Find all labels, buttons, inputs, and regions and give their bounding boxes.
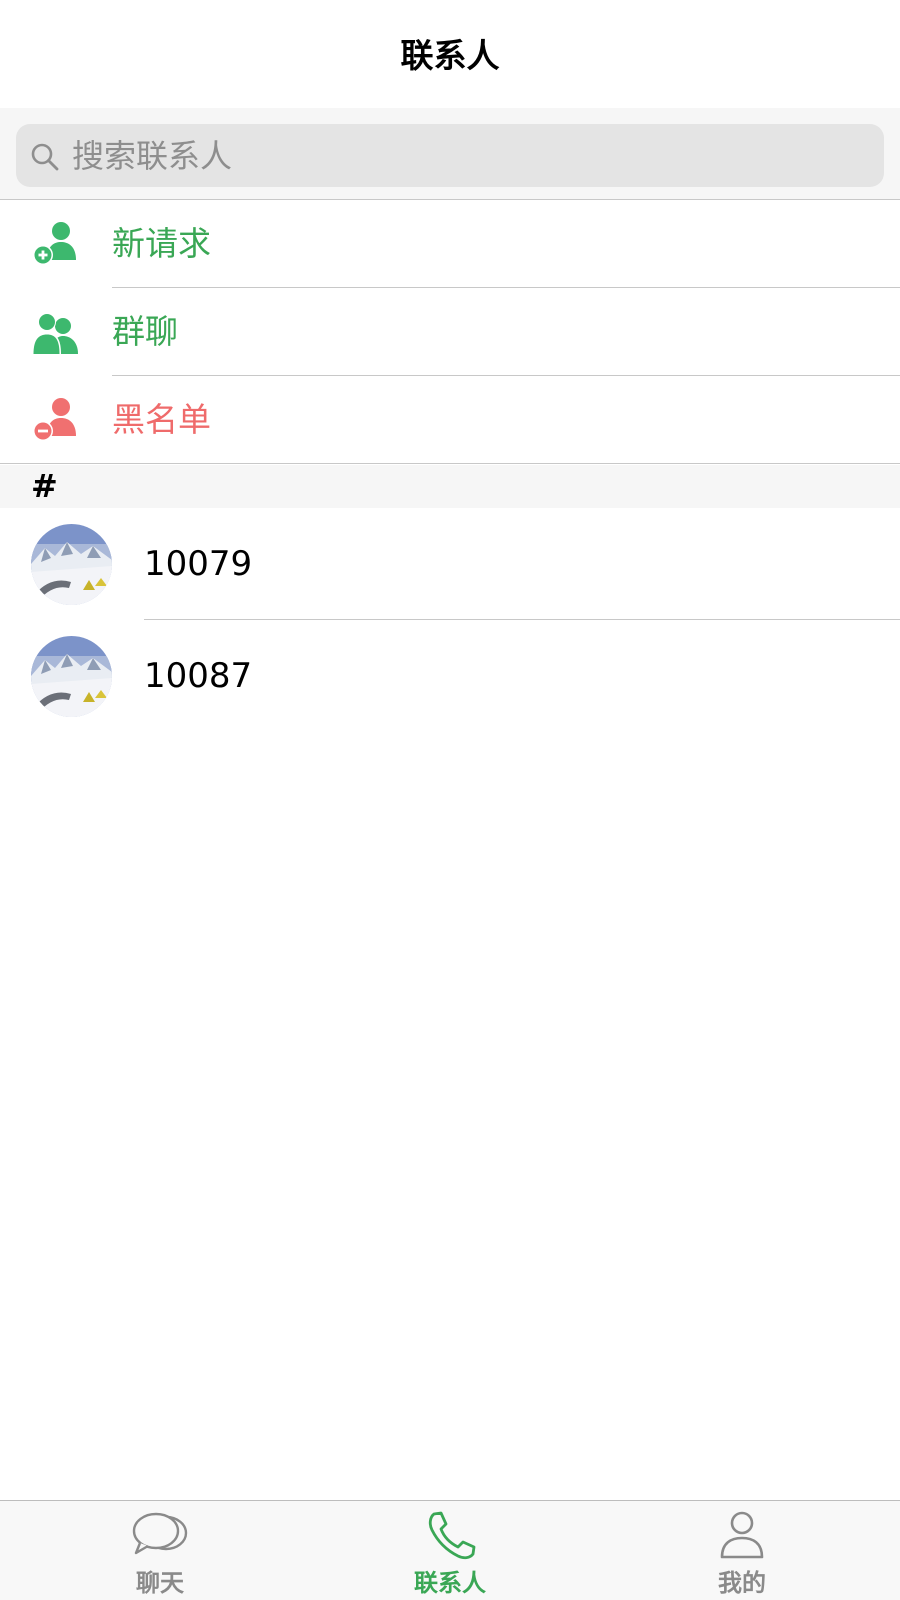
blacklist-item[interactable]: 黑名单 [0,376,900,464]
function-list: 新请求 群聊 黑名单 [0,200,900,464]
new-request-item[interactable]: 新请求 [0,200,900,288]
contact-row[interactable]: 10087 [0,620,900,732]
search-bar [0,108,900,200]
tab-contacts-label: 联系人 [414,1569,486,1597]
nav-bar: 联系人 [0,0,900,108]
contact-name: 10087 [144,656,253,696]
group-icon [32,313,78,354]
group-chat-label: 群聊 [112,312,178,351]
avatar-image [31,636,112,717]
tab-contacts[interactable]: 联系人 [300,1501,600,1600]
divider [0,463,900,464]
avatar [31,524,112,605]
search-box[interactable] [16,124,884,187]
chat-bubbles-icon [132,1512,188,1555]
group-chat-item[interactable]: 群聊 [0,288,900,376]
section-index-letter: # [31,467,58,505]
blacklist-label: 黑名单 [112,400,211,439]
new-request-label: 新请求 [112,224,211,263]
tab-chat-label: 聊天 [136,1569,184,1597]
avatar [31,636,112,717]
contact-row[interactable]: 10079 [0,508,900,620]
person-icon [720,1511,764,1559]
search-icon [31,143,59,171]
search-input[interactable] [72,124,862,187]
tab-bar: 聊天 联系人 我的 [0,1500,900,1600]
add-person-icon [33,222,76,265]
tab-chat[interactable]: 聊天 [10,1501,310,1600]
contact-list: 10079 10087 [0,508,900,732]
remove-person-icon [33,398,76,441]
phone-icon [428,1511,476,1560]
contact-name: 10079 [144,544,253,584]
page-title: 联系人 [400,36,500,75]
tab-me[interactable]: 我的 [592,1501,892,1600]
contacts-screen: 联系人 新请求 [0,0,900,1600]
avatar-image [31,524,112,605]
tab-me-label: 我的 [718,1569,766,1597]
section-header: # [0,465,900,508]
